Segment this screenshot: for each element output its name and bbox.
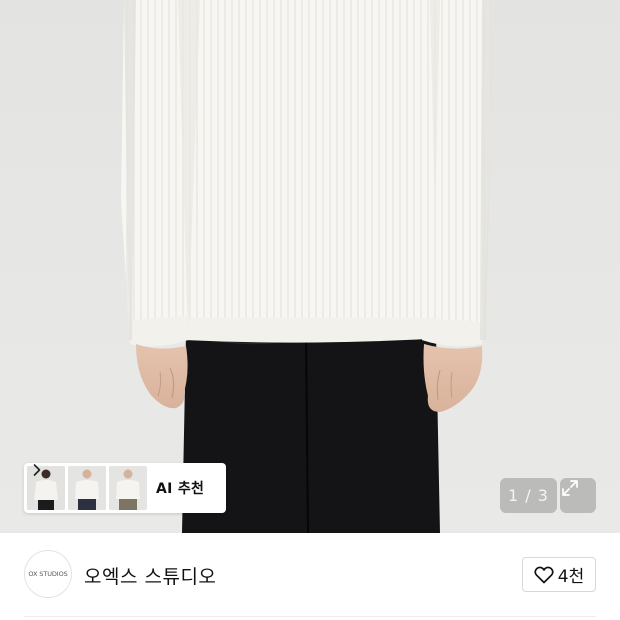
chevron-right-icon xyxy=(33,464,41,476)
like-button[interactable]: 4천 xyxy=(522,557,596,592)
heart-icon xyxy=(534,566,554,583)
brand-row: OX STUDIOS 오엑스 스튜디오 4천 xyxy=(0,533,620,620)
divider xyxy=(24,616,596,617)
brand-logo[interactable]: OX STUDIOS xyxy=(24,550,72,598)
ai-recommend-button[interactable]: AI 추천 xyxy=(24,463,226,513)
like-count: 4천 xyxy=(557,567,585,587)
expand-image-button[interactable] xyxy=(560,478,596,513)
recommend-thumbnail-2[interactable] xyxy=(68,466,106,510)
product-image[interactable]: AI 추천 1 / 3 xyxy=(0,0,620,533)
brand-name[interactable]: 오엑스 스튜디오 xyxy=(84,562,216,589)
image-page-counter: 1 / 3 xyxy=(500,478,557,513)
model-photo xyxy=(121,0,494,533)
recommend-thumbnail-3[interactable] xyxy=(109,466,147,510)
expand-icon xyxy=(562,480,578,496)
ai-recommend-label: AI 추천 xyxy=(156,481,205,497)
brand-logo-text: OX STUDIOS xyxy=(28,570,68,578)
